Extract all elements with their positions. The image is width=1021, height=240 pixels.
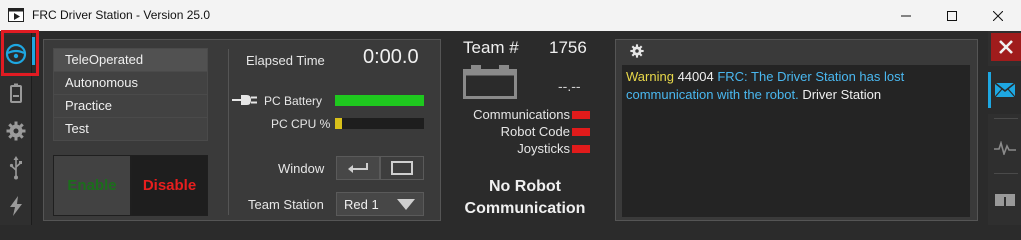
lightning-icon [9,195,22,216]
mode-item-teleoperated[interactable]: TeleOperated [53,48,208,72]
communications-label: Communications [473,107,570,122]
plug-icon [232,95,257,105]
tab-power[interactable] [0,187,31,224]
tab-charts[interactable] [988,124,1021,172]
disable-button[interactable]: Disable [131,155,208,216]
communications-indicator [572,111,590,119]
enable-button[interactable]: Enable [53,155,131,216]
right-tab-selected-indicator [988,72,991,108]
robot-status-line2: Communication [464,200,586,217]
mode-list: TeleOperated Autonomous Practice Test [53,48,208,141]
team-station-value: Red 1 [344,197,379,212]
minimize-button[interactable] [883,0,929,31]
team-number-label: Team # [463,38,519,57]
close-icon [993,10,1003,21]
app-icon [8,8,24,22]
team-station-select[interactable]: Red 1 [336,192,424,216]
robot-voltage: --.-- [558,78,581,94]
team-number-value[interactable]: 1756 [549,38,587,58]
disable-label: Disable [142,177,197,194]
pc-cpu-fill [335,118,343,129]
message-source: Driver Station [802,87,882,102]
window-float-button[interactable] [380,156,424,180]
tab-usb-devices[interactable] [0,149,31,186]
joysticks-label: Joysticks [517,141,570,156]
chevron-down-icon [397,199,415,210]
message-entry: Warning 44004 FRC: The Driver Station ha… [626,68,966,104]
mode-item-autonomous[interactable]: Autonomous [53,72,208,95]
window-icon [391,161,413,175]
team-station-label: Team Station [248,197,324,212]
elapsed-time-value: 0:00.0 [363,46,419,68]
robot-status-message: No Robot Communication [445,176,605,220]
dock-arrow-icon [348,163,368,173]
window-dock-button[interactable] [336,156,380,180]
robot-status-line1: No Robot [489,178,561,195]
mode-item-test[interactable]: Test [53,118,208,141]
pc-battery-label: PC Battery [264,94,323,108]
pc-battery-fill [335,95,424,106]
split-view-icon [994,194,1015,206]
window-label: Window [278,161,325,176]
minimize-icon [901,15,911,16]
envelope-icon [994,83,1015,97]
gear-icon[interactable] [630,44,644,58]
tab-both[interactable] [988,176,1021,224]
selected-tab-highlight [1,30,39,76]
tab-diagnostics[interactable] [0,75,31,112]
title-bar: FRC Driver Station - Version 25.0 [0,0,1021,31]
message-log[interactable]: Warning 44004 FRC: The Driver Station ha… [622,65,970,217]
robot-code-indicator [572,128,590,136]
maximize-button[interactable] [929,0,975,31]
robot-battery-icon [463,65,517,99]
battery-icon [9,83,22,103]
usb-icon [9,155,22,179]
enable-label: Enable [67,177,117,194]
pc-battery-bar [335,95,424,106]
elapsed-time-label: Elapsed Time [246,53,325,68]
window-title: FRC Driver Station - Version 25.0 [32,8,211,22]
tab-messages[interactable] [988,66,1021,114]
message-code: 44004 [677,69,714,84]
joysticks-indicator [572,145,590,153]
rail-separator [994,173,1018,174]
close-panel-button[interactable] [991,33,1021,61]
message-warning-label: Warning [626,69,674,84]
mode-item-practice[interactable]: Practice [53,95,208,118]
chart-icon [993,141,1016,155]
pc-cpu-label: PC CPU % [271,117,331,131]
pc-cpu-bar [335,118,424,129]
rail-separator [994,118,1018,119]
gear-icon [6,121,25,140]
tab-setup[interactable] [0,112,31,149]
close-icon [999,40,1013,54]
close-window-button[interactable] [975,0,1021,31]
robot-code-label: Robot Code [500,124,570,139]
maximize-icon [947,10,957,21]
panel-divider [228,49,229,215]
